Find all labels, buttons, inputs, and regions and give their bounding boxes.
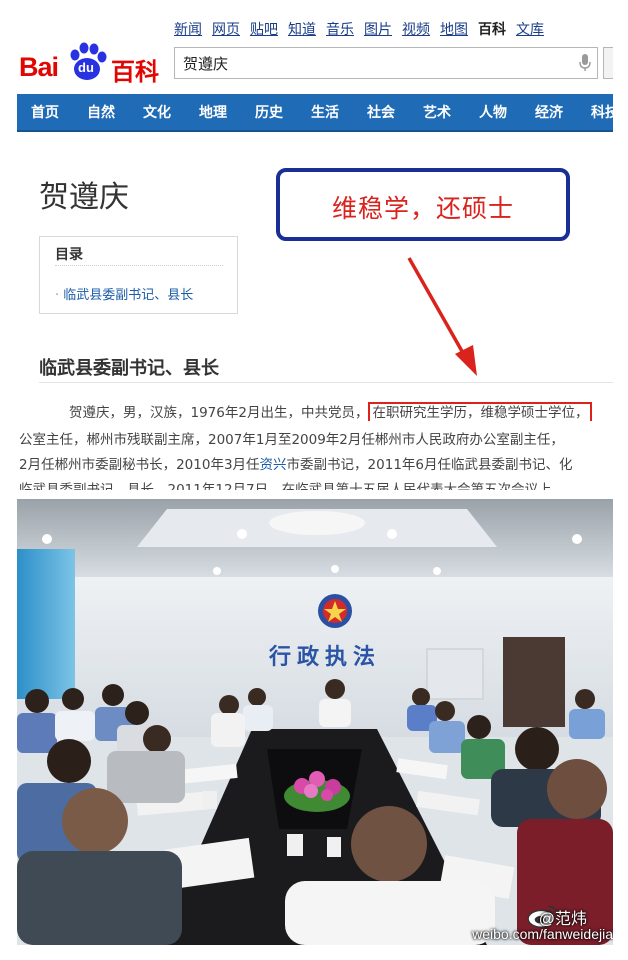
cat-life[interactable]: 生活 — [297, 102, 353, 122]
toc-link-label: 临武县委副书记、县长 — [63, 288, 194, 303]
search-input[interactable]: 贺遵庆 — [174, 47, 598, 79]
baike-screenshot: Bai du 百科 新闻 网页 贴吧 知道 音乐 图片 视频 地图 百科 文库 … — [17, 12, 613, 490]
cat-culture[interactable]: 文化 — [129, 102, 185, 122]
toc-heading: 目录 — [55, 247, 83, 263]
search-value: 贺遵庆 — [183, 55, 229, 73]
annotation-callout: 维稳学，还硕士 — [276, 168, 570, 241]
logo-baike-text: 百科 — [111, 58, 159, 86]
wall-sign: 行政执法 — [269, 645, 382, 670]
section-title: 临武县委副书记、县长 — [39, 358, 219, 379]
cat-nature[interactable]: 自然 — [73, 102, 129, 122]
article-title: 贺遵庆 — [39, 180, 129, 215]
topnav-music[interactable]: 音乐 — [326, 19, 354, 43]
bio-line-3: 2月任郴州市委副秘书长，2010年3月任资兴市委副书记，2011年6月任临武县委… — [17, 453, 613, 473]
topnav-map[interactable]: 地图 — [440, 19, 468, 43]
cat-history[interactable]: 历史 — [241, 102, 297, 122]
cat-tech[interactable]: 科技 — [577, 102, 613, 122]
cat-geography[interactable]: 地理 — [185, 102, 241, 122]
annotation-arrow-icon — [407, 257, 477, 376]
search-button[interactable] — [603, 47, 613, 79]
bio-line-3-text-a: 2月任郴州市委副秘书长，2010年3月任 — [19, 457, 260, 473]
cat-economy[interactable]: 经济 — [521, 102, 577, 122]
watermark-url: weibo.com/fanweidejia — [472, 926, 613, 942]
topnav-video[interactable]: 视频 — [402, 19, 430, 43]
meeting-scene — [17, 499, 613, 945]
bio-line-2: 公室主任，郴州市残联副主席，2007年1月至2009年2月任郴州市人民政府办公室… — [19, 432, 564, 448]
topnav-tieba[interactable]: 贴吧 — [250, 19, 278, 43]
category-navigation: 首页 自然 文化 地理 历史 生活 社会 艺术 人物 经济 科技 — [17, 94, 613, 132]
cat-people[interactable]: 人物 — [465, 102, 521, 122]
microphone-icon[interactable] — [579, 54, 591, 72]
baidu-baike-logo[interactable]: Bai du 百科 — [17, 37, 167, 87]
topnav-wenku[interactable]: 文库 — [516, 19, 544, 43]
cat-society[interactable]: 社会 — [353, 102, 409, 122]
logo-du-text: du — [78, 60, 94, 75]
logo-bai-text: Bai — [19, 52, 59, 82]
top-navigation: 新闻 网页 贴吧 知道 音乐 图片 视频 地图 百科 文库 — [174, 19, 554, 43]
table-of-contents: 目录 · 临武县委副书记、县长 — [39, 236, 238, 314]
toc-divider — [55, 265, 223, 266]
topnav-news[interactable]: 新闻 — [174, 19, 202, 43]
topnav-web[interactable]: 网页 — [212, 19, 240, 43]
section-divider — [39, 382, 613, 383]
bio-line-4: 临武县委副书记、县长。2011年12月7日，在临武县第十五届人民代表大会第五次会… — [19, 482, 552, 490]
topnav-baike-current: 百科 — [478, 22, 506, 38]
bio-line-3-text-b: 市委副书记，2011年6月任临武县委副书记、化 — [286, 457, 573, 473]
bio-line-1: 贺遵庆，男，汉族，1976年2月出生，中共党员， 在职研究生学历，维稳学硕士学位， — [17, 401, 613, 421]
highlighted-degree: 在职研究生学历，维稳学硕士学位， — [368, 402, 593, 421]
topnav-images[interactable]: 图片 — [364, 19, 392, 43]
meeting-photo: 行政执法 @范炜 weibo.com/fanweidejia — [17, 499, 613, 945]
callout-text: 维稳学，还硕士 — [331, 194, 514, 223]
bio-line-1-text: 贺遵庆，男，汉族，1976年2月出生，中共党员， — [69, 405, 369, 421]
toc-link[interactable]: · 临武县委副书记、县长 — [55, 284, 193, 303]
cat-art[interactable]: 艺术 — [409, 102, 465, 122]
zixing-link[interactable]: 资兴 — [260, 457, 287, 473]
cat-home[interactable]: 首页 — [17, 102, 73, 122]
topnav-zhidao[interactable]: 知道 — [288, 19, 316, 43]
